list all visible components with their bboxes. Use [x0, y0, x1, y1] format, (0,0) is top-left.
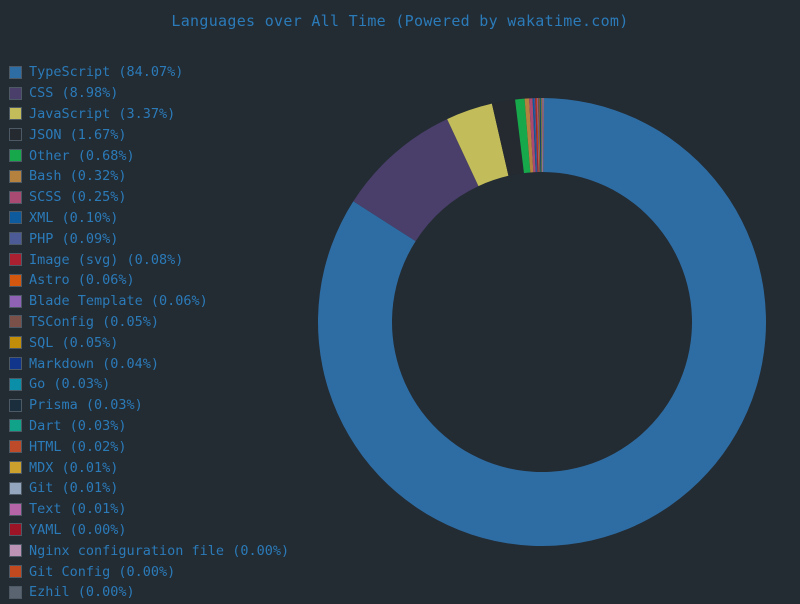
- legend-color-swatch-icon: [9, 503, 22, 516]
- legend-item[interactable]: CSS (8.98%): [9, 83, 309, 104]
- legend-color-swatch-icon: [9, 523, 22, 536]
- legend-color-swatch-icon: [9, 253, 22, 266]
- legend-item-label: CSS (8.98%): [29, 86, 118, 100]
- legend-item-label: Markdown (0.04%): [29, 357, 159, 371]
- legend-color-swatch-icon: [9, 315, 22, 328]
- legend-color-swatch-icon: [9, 66, 22, 79]
- legend-item[interactable]: TypeScript (84.07%): [9, 62, 309, 83]
- legend-color-swatch-icon: [9, 274, 22, 287]
- legend-item-label: YAML (0.00%): [29, 523, 127, 537]
- legend-item-label: Git Config (0.00%): [29, 565, 175, 579]
- legend-item[interactable]: Text (0.01%): [9, 499, 309, 520]
- legend-item[interactable]: MDX (0.01%): [9, 457, 309, 478]
- legend-color-swatch-icon: [9, 482, 22, 495]
- legend-color-swatch-icon: [9, 170, 22, 183]
- legend-item[interactable]: Astro (0.06%): [9, 270, 309, 291]
- legend-color-swatch-icon: [9, 336, 22, 349]
- legend-item-label: JavaScript (3.37%): [29, 107, 175, 121]
- legend-item[interactable]: Blade Template (0.06%): [9, 291, 309, 312]
- legend-item-label: Nginx configuration file (0.00%): [29, 544, 289, 558]
- legend-color-swatch-icon: [9, 87, 22, 100]
- legend-color-swatch-icon: [9, 128, 22, 141]
- legend-item-label: JSON (1.67%): [29, 128, 127, 142]
- legend-item-label: Dart (0.03%): [29, 419, 127, 433]
- legend-item-label: Git (0.01%): [29, 481, 118, 495]
- legend-color-swatch-icon: [9, 586, 22, 599]
- legend-item-label: XML (0.10%): [29, 211, 118, 225]
- legend-item[interactable]: Image (svg) (0.08%): [9, 249, 309, 270]
- legend-item[interactable]: HTML (0.02%): [9, 436, 309, 457]
- legend-item[interactable]: Bash (0.32%): [9, 166, 309, 187]
- legend-item-label: Ezhil (0.00%): [29, 585, 135, 599]
- legend-item-label: Prisma (0.03%): [29, 398, 143, 412]
- legend-item-label: Astro (0.06%): [29, 273, 135, 287]
- legend-item-label: Other (0.68%): [29, 149, 135, 163]
- legend-color-swatch-icon: [9, 544, 22, 557]
- legend-item[interactable]: PHP (0.09%): [9, 228, 309, 249]
- legend-item[interactable]: JavaScript (3.37%): [9, 104, 309, 125]
- legend-item-label: SQL (0.05%): [29, 336, 118, 350]
- legend-item[interactable]: Other (0.68%): [9, 145, 309, 166]
- legend-item[interactable]: YAML (0.00%): [9, 520, 309, 541]
- legend-color-swatch-icon: [9, 461, 22, 474]
- legend-item[interactable]: SCSS (0.25%): [9, 187, 309, 208]
- legend-item-label: Image (svg) (0.08%): [29, 253, 183, 267]
- legend-item[interactable]: XML (0.10%): [9, 208, 309, 229]
- legend-item[interactable]: Nginx configuration file (0.00%): [9, 540, 309, 561]
- legend-item-label: Bash (0.32%): [29, 169, 127, 183]
- legend-item[interactable]: Dart (0.03%): [9, 416, 309, 437]
- legend-item-label: TypeScript (84.07%): [29, 65, 183, 79]
- languages-donut-chart: Languages over All Time (Powered by waka…: [0, 0, 800, 600]
- legend-item[interactable]: TSConfig (0.05%): [9, 312, 309, 333]
- legend-item[interactable]: Git (0.01%): [9, 478, 309, 499]
- legend-item[interactable]: Git Config (0.00%): [9, 561, 309, 582]
- legend-color-swatch-icon: [9, 357, 22, 370]
- legend-color-swatch-icon: [9, 295, 22, 308]
- legend-item-label: Blade Template (0.06%): [29, 294, 208, 308]
- legend-color-swatch-icon: [9, 211, 22, 224]
- legend-item-label: Text (0.01%): [29, 502, 127, 516]
- legend-item-label: Go (0.03%): [29, 377, 110, 391]
- legend-color-swatch-icon: [9, 378, 22, 391]
- chart-legend: TypeScript (84.07%) CSS (8.98%) JavaScript…: [9, 62, 309, 603]
- legend-item[interactable]: Go (0.03%): [9, 374, 309, 395]
- legend-color-swatch-icon: [9, 440, 22, 453]
- legend-color-swatch-icon: [9, 191, 22, 204]
- legend-item[interactable]: JSON (1.67%): [9, 124, 309, 145]
- legend-color-swatch-icon: [9, 399, 22, 412]
- legend-color-swatch-icon: [9, 149, 22, 162]
- legend-item-label: MDX (0.01%): [29, 461, 118, 475]
- legend-item[interactable]: Markdown (0.04%): [9, 353, 309, 374]
- legend-item-label: PHP (0.09%): [29, 232, 118, 246]
- legend-item[interactable]: SQL (0.05%): [9, 332, 309, 353]
- legend-item-label: TSConfig (0.05%): [29, 315, 159, 329]
- legend-item-label: SCSS (0.25%): [29, 190, 127, 204]
- legend-color-swatch-icon: [9, 232, 22, 245]
- legend-color-swatch-icon: [9, 107, 22, 120]
- legend-color-swatch-icon: [9, 565, 22, 578]
- legend-item[interactable]: Prisma (0.03%): [9, 395, 309, 416]
- legend-item-label: HTML (0.02%): [29, 440, 127, 454]
- legend-color-swatch-icon: [9, 419, 22, 432]
